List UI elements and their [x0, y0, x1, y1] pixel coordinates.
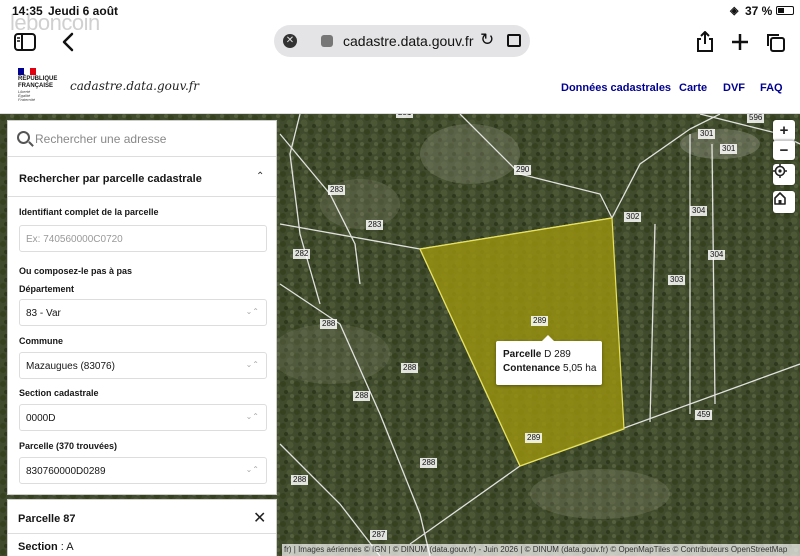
section-label: Section cadastrale [19, 388, 99, 398]
parcel-label: 289 [531, 316, 549, 326]
reader-icon[interactable] [507, 34, 521, 47]
section-select[interactable]: 0000D ⌄⌃ [19, 404, 267, 431]
departement-label: Département [19, 284, 75, 294]
parcel-label: 301 [720, 144, 738, 154]
departement-select[interactable]: 83 - Var ⌄⌃ [19, 299, 267, 326]
new-tab-icon[interactable] [724, 26, 756, 58]
section-value: : A [60, 541, 74, 553]
close-tab-icon[interactable]: ✕ [283, 34, 297, 48]
departement-value: 83 - Var [26, 308, 61, 319]
parcelle-select[interactable]: 830760000D0289 ⌄⌃ [19, 457, 267, 484]
locate-icon[interactable] [773, 164, 795, 185]
parcel-popup: Parcelle D 289 Contenance 5,05 ha [496, 335, 602, 385]
battery-icon [776, 6, 794, 15]
parcel-label: 288 [401, 363, 419, 373]
url-text[interactable]: cadastre.data.gouv.fr [343, 33, 473, 49]
republic-text: RÉPUBLIQUE FRANÇAISE [18, 76, 58, 89]
section-key: Section [18, 541, 58, 553]
republique-logo[interactable]: RÉPUBLIQUE FRANÇAISE Liberté Égalité Fra… [18, 68, 58, 102]
search-panel: Rechercher par parcelle cadastrale ⌃ Ide… [7, 120, 277, 495]
address-search [8, 121, 276, 157]
address-search-input[interactable] [35, 130, 265, 148]
popup-parcelle-value: D 289 [544, 349, 571, 360]
parcel-card-section: Section : A [18, 541, 74, 553]
nav-dvf[interactable]: DVF [723, 82, 745, 94]
back-icon[interactable] [52, 26, 84, 58]
parcelle-label: Parcelle (370 trouvées) [19, 441, 118, 451]
parcel-label: 283 [366, 220, 384, 230]
chevron-up-icon[interactable]: ⌃ [256, 171, 264, 182]
step-label: Ou composez-le pas à pas [19, 266, 133, 276]
parcel-label: 304 [708, 250, 726, 260]
status-bar: 14:35 Jeudi 6 août ◈ 37 % [0, 0, 800, 22]
nav-faq[interactable]: FAQ [760, 82, 783, 94]
wifi-icon: ◈ [730, 5, 739, 17]
divider [8, 196, 276, 197]
site-brand[interactable]: cadastre.data.gouv.fr [70, 79, 199, 93]
nav-donnees-cadastrales[interactable]: Données cadastrales [561, 82, 671, 94]
popup-contenance-value: 5,05 ha [563, 363, 597, 374]
parcel-label: 287 [370, 530, 388, 540]
parcel-label: 282 [293, 249, 311, 259]
favicon-icon [321, 35, 333, 47]
url-bar[interactable]: ✕ cadastre.data.gouv.fr ↻ [274, 25, 530, 57]
motto-3: Fraternité [18, 97, 36, 102]
parcel-label: 304 [690, 206, 708, 216]
zoom-in-button[interactable]: + [773, 120, 795, 141]
parcel-label: 288 [320, 319, 338, 329]
section-value: 0000D [26, 413, 56, 424]
select-arrow-icon: ⌄⌃ [245, 360, 259, 369]
browser-toolbar: ✕ cadastre.data.gouv.fr ↻ [0, 22, 800, 62]
popup-parcelle-key: Parcelle [503, 349, 542, 360]
sidebar-icon[interactable] [9, 26, 41, 58]
parcel-card: Parcelle 87 ✕ Section : A [7, 499, 277, 556]
parcelle-value: 830760000D0289 [26, 466, 106, 477]
parcel-label: 283 [328, 185, 346, 195]
parcel-label: 288 [353, 391, 371, 401]
nav-carte[interactable]: Carte [679, 82, 707, 94]
search-icon [17, 131, 30, 144]
parcel-label: 459 [695, 410, 713, 420]
popup-contenance-key: Contenance [503, 363, 561, 374]
parcel-label: 288 [420, 458, 438, 468]
parcel-label: 251 [396, 114, 414, 118]
divider [8, 533, 276, 534]
commune-label: Commune [19, 336, 64, 346]
site-header: RÉPUBLIQUE FRANÇAISE Liberté Égalité Fra… [0, 62, 800, 114]
flag-icon [18, 68, 36, 75]
parcel-label: 289 [525, 433, 543, 443]
select-arrow-icon: ⌄⌃ [245, 307, 259, 316]
parcel-id-input[interactable]: Ex: 740560000C0720 [19, 225, 267, 252]
parcel-label: 303 [668, 275, 686, 285]
battery-percent: 37 % [745, 4, 773, 18]
share-icon[interactable] [689, 26, 721, 58]
map-attribution: fr) | Images aériennes © IGN | © DINUM (… [282, 544, 800, 556]
parcel-card-title: Parcelle 87 [18, 513, 76, 525]
zoom-out-button[interactable]: − [773, 140, 795, 160]
select-arrow-icon: ⌄⌃ [245, 412, 259, 421]
close-icon[interactable]: ✕ [253, 508, 266, 528]
parcel-label: 301 [698, 129, 716, 139]
section-title[interactable]: Rechercher par parcelle cadastrale [19, 173, 202, 185]
commune-value: Mazaugues (83076) [26, 361, 115, 372]
reload-icon[interactable]: ↻ [480, 30, 494, 50]
parcel-label: 302 [624, 212, 642, 222]
parcel-label: 290 [514, 165, 532, 175]
tabs-icon[interactable] [759, 26, 791, 58]
home-icon[interactable] [773, 191, 795, 213]
id-label: Identifiant complet de la parcelle [19, 207, 159, 217]
parcel-label: 288 [291, 475, 309, 485]
commune-select[interactable]: Mazaugues (83076) ⌄⌃ [19, 352, 267, 379]
select-arrow-icon: ⌄⌃ [245, 465, 259, 474]
parcel-label: 596 [747, 114, 765, 123]
